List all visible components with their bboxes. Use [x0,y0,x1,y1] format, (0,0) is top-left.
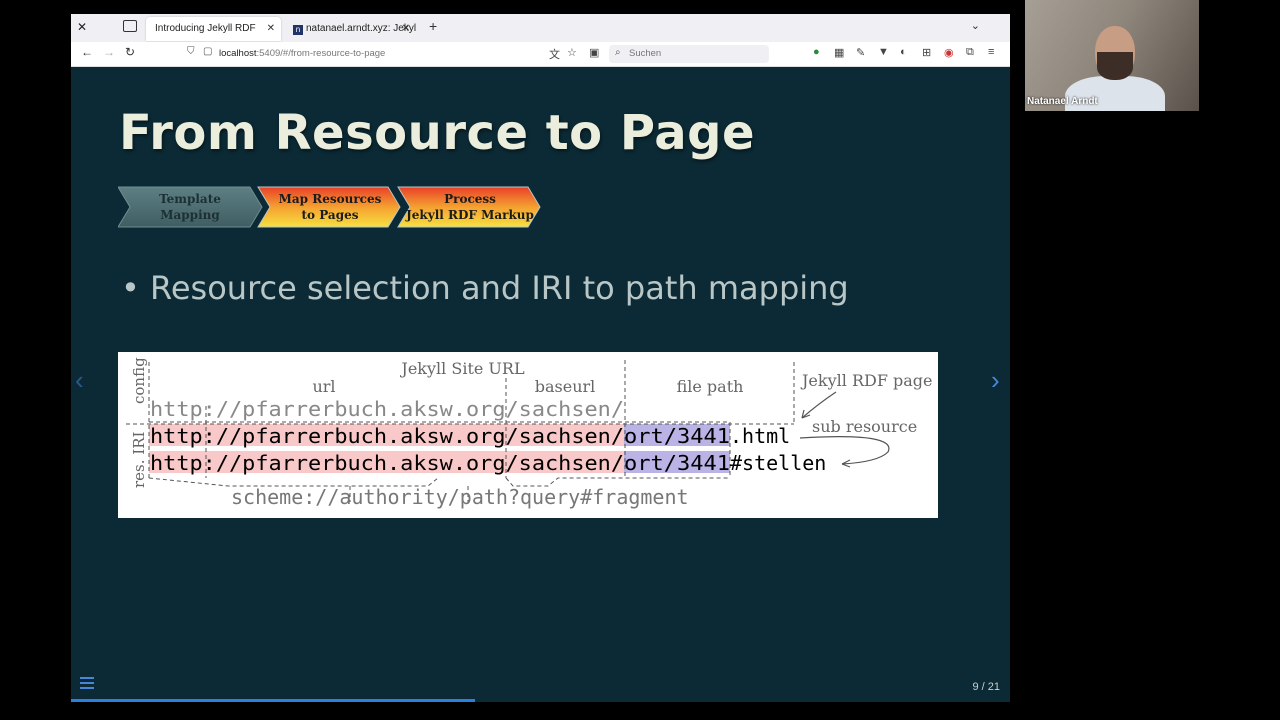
extension-funnel-icon[interactable]: ▼ [878,46,889,58]
step-line1: Map Resources [279,192,382,206]
reader-view-icon[interactable]: ▣ [589,46,599,59]
shield-icon[interactable]: ⛉ [187,46,195,57]
reload-icon[interactable]: ↻ [125,45,135,59]
iri2-suffix: #stellen [730,451,826,475]
search-input[interactable] [629,48,759,59]
step-line2: to Pages [302,208,359,222]
next-slide-icon[interactable]: › [991,365,1000,396]
slide-title: From Resource to Page [119,105,756,161]
tab-label: natanael.arndt.xyz: Jekyll [306,23,416,34]
step-line2: Jekyll RDF Markup [405,208,534,222]
extension-bird-icon[interactable]: ✎ [856,46,865,59]
config-line: http://pfarrerbuch.aksw.org/sachsen/ [150,397,624,421]
step-line2: Mapping [160,208,220,222]
search-box[interactable]: ⌕ [609,45,769,63]
label-file-path: file path [677,377,744,396]
close-window-icon[interactable]: ✕ [77,20,87,34]
browser-window: ✕ Introducing Jekyll RDF ✕ n natanael.arn… [71,14,1010,702]
iri1-suffix: .html [730,424,790,448]
tab-bar: ✕ Introducing Jekyll RDF ✕ n natanael.arn… [71,14,1010,42]
progress-fill [71,699,475,702]
extension-leaf-icon[interactable]: ● [813,46,820,58]
iri-mapping-diagram: config res. IRI Jekyll Site URL url base… [118,352,938,518]
extension-avatar-icon[interactable]: ◐ [900,46,907,58]
label-url: url [312,377,335,396]
menu-hamburger-icon[interactable]: ≡ [988,46,994,58]
step-line1: Template [159,192,221,206]
iri1-path: ort/3441 [624,424,730,448]
step-template-mapping: Template Mapping [118,186,263,228]
url-text[interactable]: localhost:5409/#/from-resource-to-page [219,48,385,59]
tab-close-icon[interactable]: ✕ [267,17,275,41]
step-map-resources: Map Resources to Pages [257,186,401,228]
tab-label: Introducing Jekyll RDF [155,23,256,34]
participant-name: Natanael Arndt [1027,96,1098,107]
favicon-icon: n [293,25,303,35]
iri2-prefix: http://pfarrerbuch.aksw.org/sachsen/ [150,451,624,475]
tab-list-icon[interactable] [123,20,137,32]
page-info-icon[interactable]: ▢ [203,46,212,57]
bullet-text: Resource selection and IRI to path mappi… [150,269,849,307]
iri2-path: ort/3441 [624,451,730,475]
step-line1: Process [444,192,496,206]
new-tab-icon[interactable]: + [429,18,437,34]
tab-active[interactable]: Introducing Jekyll RDF ✕ [146,17,281,41]
step-process-markup: Process Jekyll RDF Markup [397,186,541,228]
search-icon: ⌕ [615,47,621,58]
navigation-bar: ← → ↻ ⛉ ▢ localhost:5409/#/from-resource… [71,42,1010,67]
chevron-down-icon[interactable]: ⌄ [971,19,980,32]
tab-close-icon[interactable]: ✕ [402,17,410,41]
video-feed: Natanael Arndt [1025,0,1199,111]
extension-badge-icon[interactable]: ◉ [944,46,954,59]
apps-grid-icon[interactable]: ⊞ [922,46,931,59]
slide-menu-icon[interactable] [80,677,94,692]
label-baseurl: baseurl [535,377,596,396]
tab-other[interactable]: n natanael.arndt.xyz: Jekyll ✕ [289,17,416,41]
slide-number: 9 / 21 [972,681,1000,693]
progress-bar [71,699,1010,702]
address-bar[interactable]: ⛉ ▢ localhost:5409/#/from-resource-to-pa… [181,44,601,64]
label-res-iri: res. IRI [130,431,148,488]
iri1-prefix: http://pfarrerbuch.aksw.org/sachsen/ [150,424,624,448]
prev-slide-icon[interactable]: ‹ [75,365,84,396]
extensions-puzzle-icon[interactable]: ⧉ [966,46,974,59]
qr-code-icon[interactable]: ▦ [834,46,844,59]
forward-icon[interactable]: → [103,45,115,59]
slide: From Resource to Page Template Mapping M… [71,67,1010,702]
bookmark-star-icon[interactable]: ☆ [567,46,577,59]
back-icon[interactable]: ← [81,45,93,59]
label-site-url: Jekyll Site URL [399,359,525,378]
bullet-item: • Resource selection and IRI to path map… [121,269,849,307]
translate-icon[interactable]: 文 [549,46,560,62]
uri-scheme-line: scheme://authority/path?query#fragment [231,485,689,509]
process-steps: Template Mapping Map Resources to Pages … [118,186,541,228]
label-sub-resource: sub resource [812,417,917,436]
label-config: config [130,357,148,404]
label-rdf-page: Jekyll RDF page [800,371,933,390]
participant-beard [1097,52,1133,80]
